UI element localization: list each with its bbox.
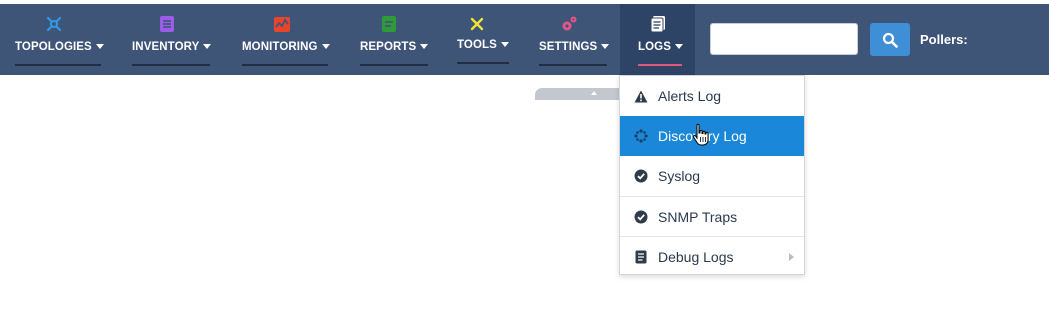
menu-item-label: SNMP Traps — [658, 208, 738, 225]
nav-underline — [539, 64, 607, 66]
chevron-down-icon — [675, 44, 683, 50]
chevron-down-icon — [420, 44, 429, 50]
nav-inventory[interactable]: INVENTORY — [124, 4, 218, 75]
logs-dropdown-menu: Alerts Log Discovery Log Syslog SNMP Tra… — [619, 75, 805, 275]
warning-icon — [633, 88, 649, 104]
chevron-down-icon — [601, 44, 610, 50]
discovery-icon — [633, 128, 649, 144]
nav-underline — [242, 64, 328, 66]
menu-item-alerts-log[interactable]: Alerts Log — [620, 76, 804, 116]
document-icon — [633, 249, 649, 265]
menu-item-debug-logs[interactable]: Debug Logs — [620, 236, 804, 276]
nav-tools[interactable]: TOOLS — [452, 4, 516, 75]
settings-icon — [559, 14, 579, 34]
menu-item-discovery-log[interactable]: Discovery Log — [620, 116, 804, 156]
menu-item-snmp-traps[interactable]: SNMP Traps — [620, 196, 804, 236]
nav-underline — [360, 64, 428, 66]
nav-settings-label: SETTINGS — [539, 41, 610, 53]
nav-underline — [457, 62, 509, 64]
chevron-right-icon — [789, 253, 794, 261]
menu-item-syslog[interactable]: Syslog — [620, 156, 804, 196]
nav-reports-label: REPORTS — [360, 41, 429, 53]
logs-icon — [648, 14, 668, 34]
nav-active-underline — [638, 64, 682, 66]
nav-monitoring[interactable]: MONITORING — [236, 4, 336, 75]
monitoring-icon — [272, 14, 292, 34]
chevron-down-icon — [95, 44, 104, 50]
search-input[interactable] — [710, 23, 858, 55]
chevron-up-icon — [591, 91, 597, 95]
search-icon — [882, 32, 898, 48]
menu-item-label: Alerts Log — [658, 88, 722, 104]
nav-logs-label: LOGS — [638, 41, 683, 53]
hand-pointer-cursor — [692, 123, 710, 152]
menu-item-label: Syslog — [658, 168, 701, 184]
chevron-down-icon — [500, 42, 509, 48]
nav-topologies[interactable]: TOPOLOGIES — [6, 4, 104, 75]
menu-item-label: Debug Logs — [658, 248, 734, 265]
nav-topologies-label: TOPOLOGIES — [15, 41, 104, 53]
chevron-down-icon — [321, 44, 330, 50]
chevron-down-icon — [203, 44, 212, 50]
nav-settings[interactable]: SETTINGS — [532, 4, 614, 75]
main-navbar: TOPOLOGIES INVENTORY MONITORING REPORTS … — [0, 4, 1049, 75]
topology-icon — [44, 14, 64, 34]
nav-underline — [15, 64, 101, 66]
inventory-icon — [157, 14, 177, 34]
tools-icon — [467, 14, 487, 34]
pollers-label: Pollers: — [920, 32, 968, 47]
nav-tools-label: TOOLS — [457, 39, 509, 51]
nav-monitoring-label: MONITORING — [242, 41, 330, 53]
reports-icon — [379, 14, 399, 34]
nav-reports[interactable]: REPORTS — [354, 4, 436, 75]
nav-logs[interactable]: LOGS — [620, 4, 695, 75]
nav-underline — [132, 64, 210, 66]
search-button[interactable] — [870, 23, 910, 56]
nav-inventory-label: INVENTORY — [132, 41, 212, 53]
check-circle-icon — [633, 209, 649, 225]
check-circle-icon — [633, 168, 649, 184]
